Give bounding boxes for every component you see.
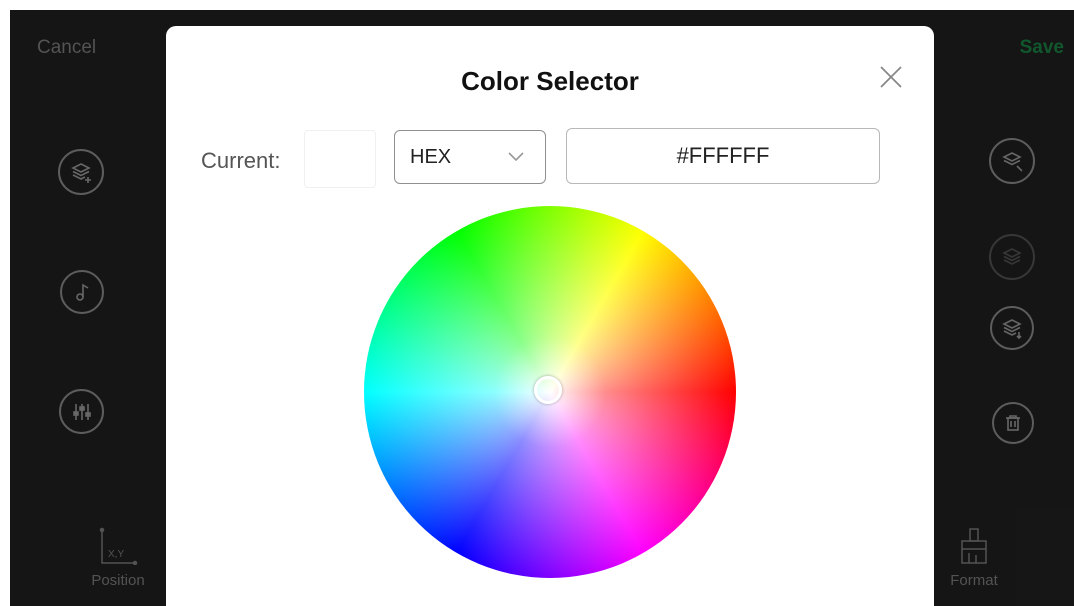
color-format-dropdown[interactable]: HEX — [394, 130, 546, 184]
current-color-label: Current: — [201, 148, 281, 173]
hex-value-input[interactable]: #FFFFFF — [566, 128, 880, 184]
close-icon[interactable] — [878, 64, 904, 90]
dialog-title: Color Selector — [461, 66, 639, 96]
chevron-down-icon — [508, 152, 524, 162]
color-format-value: HEX — [410, 145, 452, 168]
current-color-swatch — [304, 130, 376, 188]
color-selector-dialog: Color Selector Current: HEX #FFFFFF — [166, 26, 934, 606]
color-wheel[interactable] — [364, 206, 736, 578]
color-wheel-handle[interactable] — [534, 376, 562, 404]
